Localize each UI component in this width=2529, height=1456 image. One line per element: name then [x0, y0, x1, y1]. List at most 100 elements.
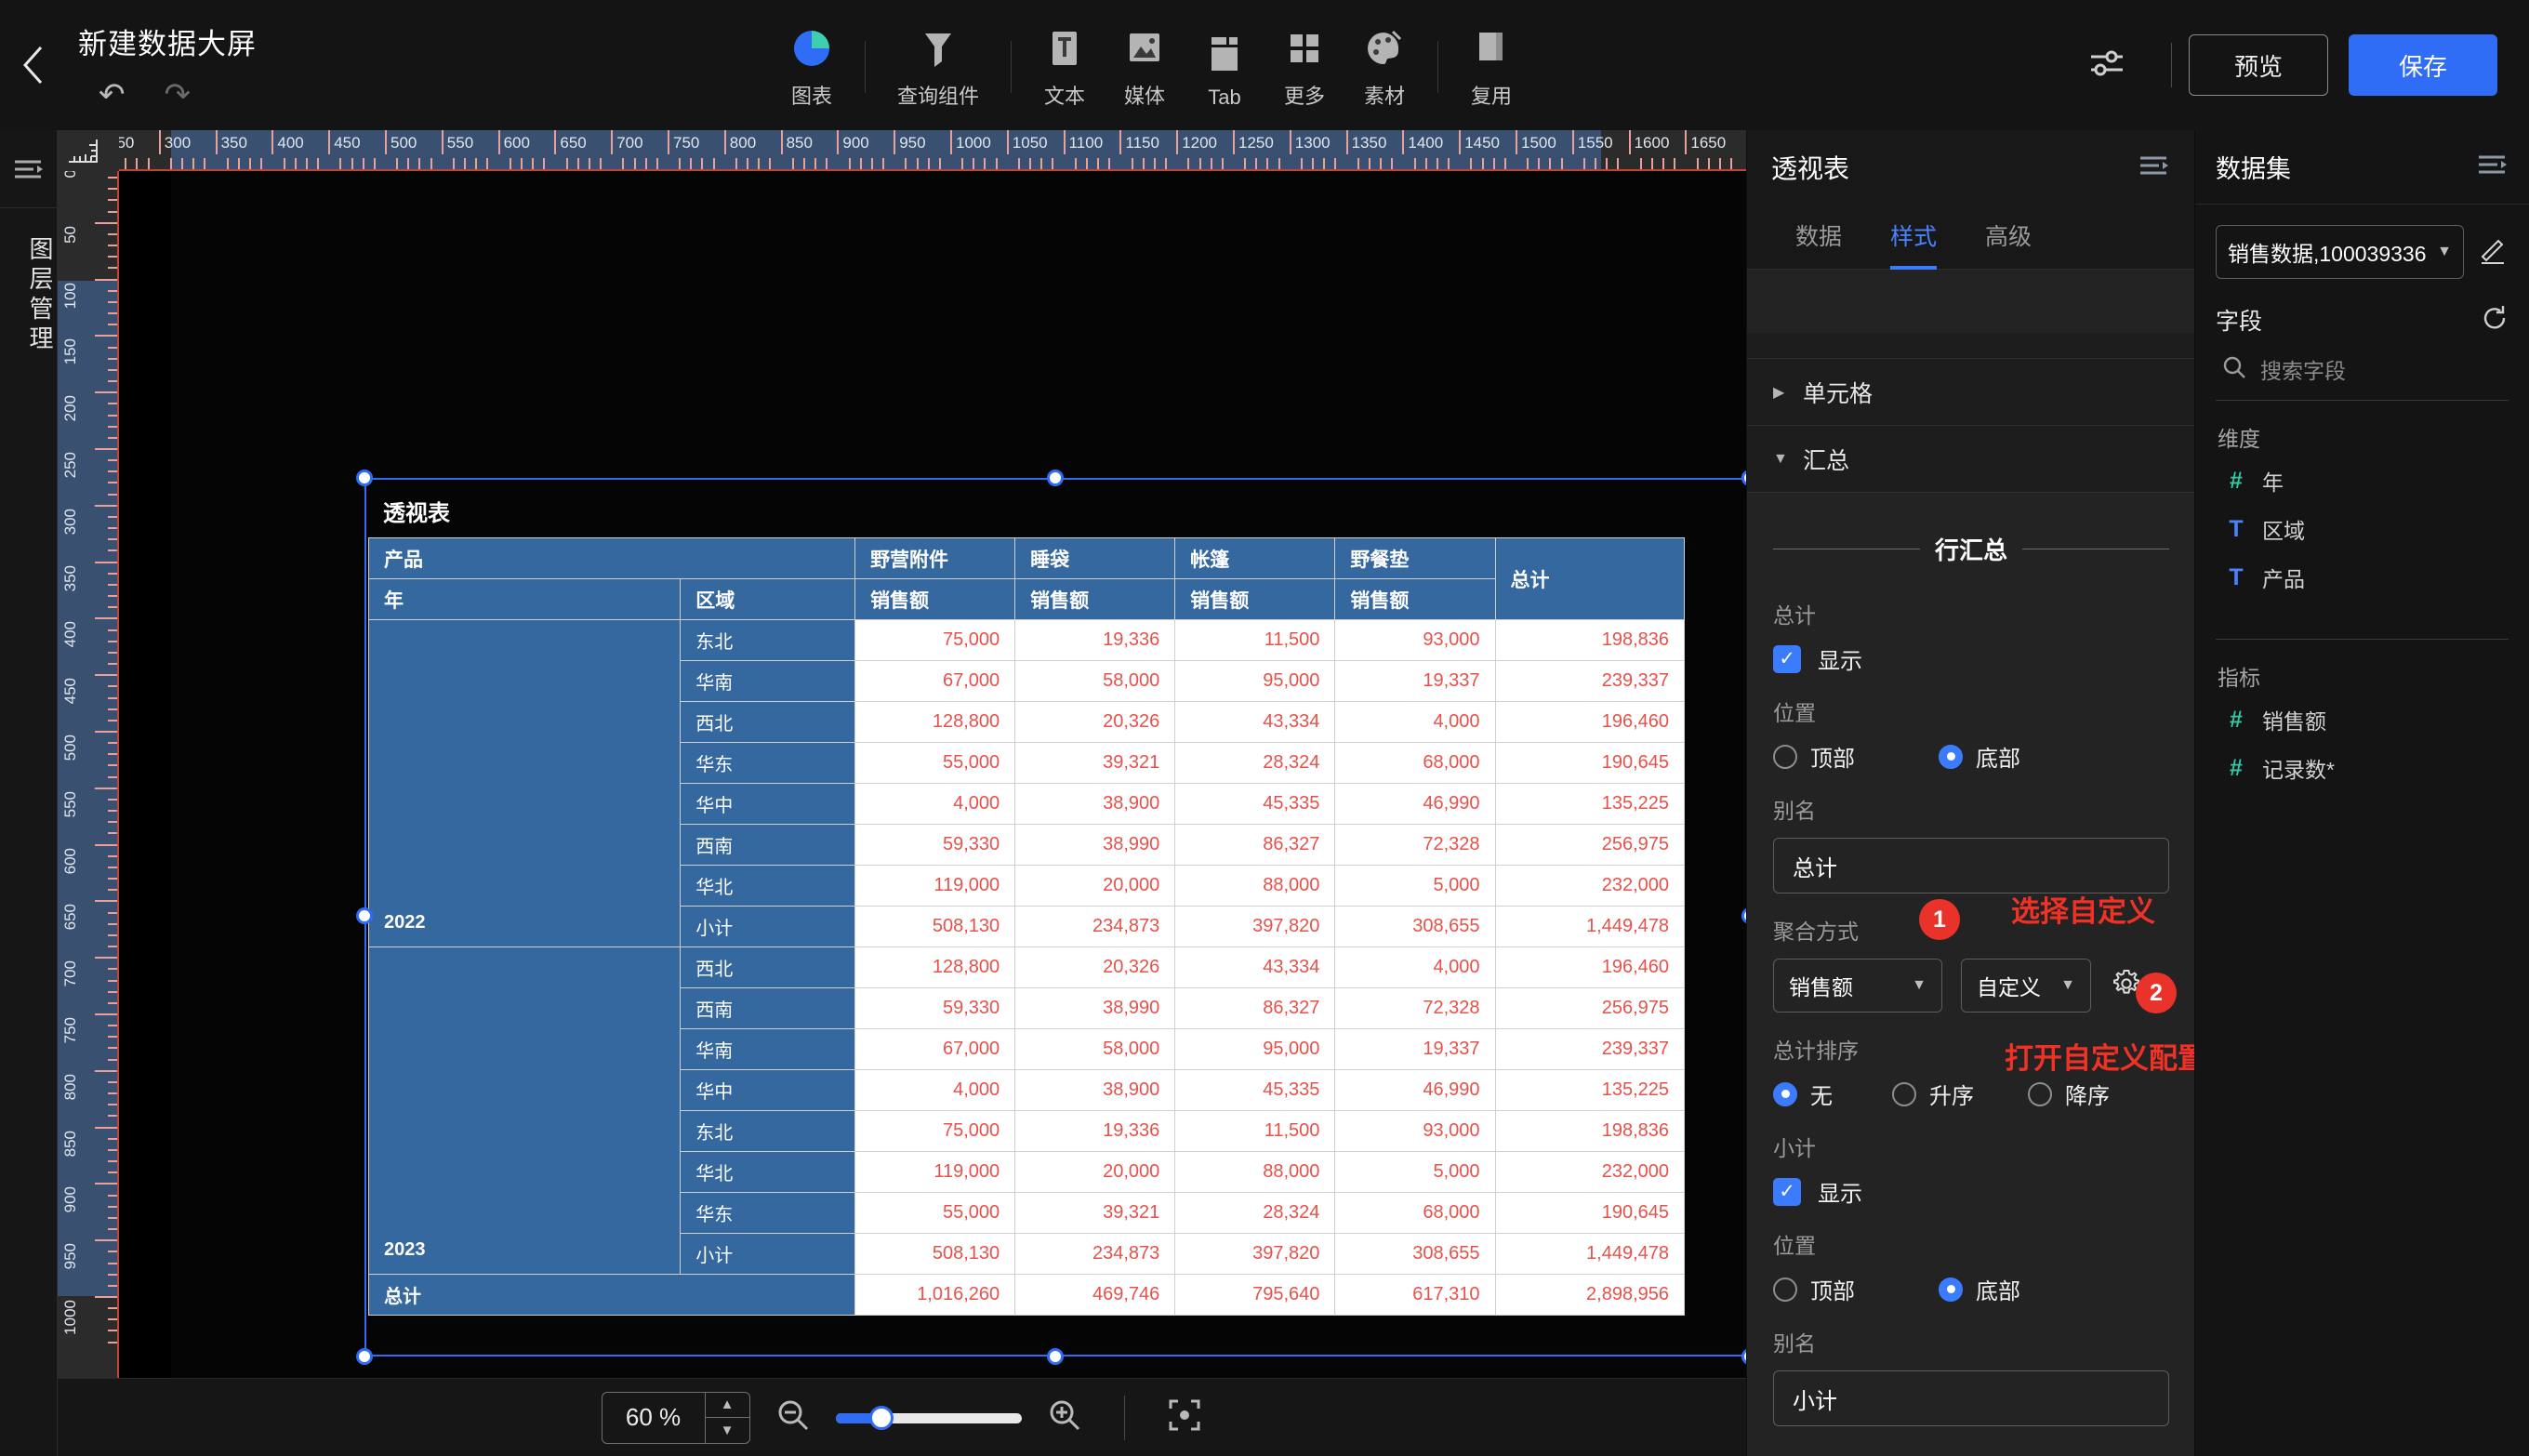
- design-board[interactable]: 透视表 产品 野营附件 睡袋 帐篷 野餐垫 总计 年 区域 销售额 销售额 销售…: [119, 171, 1746, 1456]
- ruler-tick: [95, 1126, 117, 1129]
- ruler-tick-minor: [407, 158, 410, 169]
- tool-chart[interactable]: 图表: [772, 25, 852, 130]
- cell-row-total: 198,836: [1494, 1110, 1685, 1152]
- resize-handle-middle-left[interactable]: [356, 907, 373, 924]
- sort-option-asc[interactable]: 升序: [1892, 1078, 2028, 1110]
- table-row-grand-total[interactable]: 总计 1,016,260 469,746 795,640 617,310 2,898,95…: [367, 1274, 1685, 1316]
- ruler-horizontal[interactable]: 250 300 350 400 450 500 550 600 650 700 750 800 850 9…: [119, 130, 1746, 171]
- save-button[interactable]: 保存: [2349, 34, 2497, 96]
- tool-media[interactable]: 媒体: [1105, 25, 1185, 130]
- tool-more[interactable]: 更多: [1264, 25, 1344, 130]
- tab-style[interactable]: 样式: [1866, 205, 1961, 270]
- tab-advanced[interactable]: 高级: [1961, 205, 2056, 270]
- search-field-row[interactable]: 搜索字段: [2216, 353, 2509, 401]
- zoombar-divider: [1123, 1395, 1125, 1440]
- ruler-vertical[interactable]: 0 50 100 150 200 250 300 350 400 450 500 550 600 650 7…: [58, 171, 119, 1456]
- fit-to-screen-icon[interactable]: [1166, 1396, 1203, 1438]
- pencil-icon[interactable]: [2477, 234, 2509, 271]
- ruler-tick: [95, 787, 117, 789]
- search-input[interactable]: 搜索字段: [2260, 353, 2346, 385]
- annotation-text-1: 选择自定义: [2011, 895, 2155, 928]
- zoom-stepper[interactable]: 60 % ▲ ▼: [601, 1391, 750, 1444]
- zoom-slider-knob[interactable]: [868, 1405, 894, 1430]
- sidebar-item-layer-manager[interactable]: 图层管理: [0, 236, 58, 355]
- ruler-tick: [1402, 130, 1405, 154]
- ruler-tick-minor: [1323, 158, 1326, 169]
- panel-toggle-icon[interactable]: [2477, 152, 2509, 181]
- tool-text[interactable]: 文本: [1025, 25, 1105, 130]
- header-group-2: 帐篷: [1174, 537, 1336, 579]
- zoom-out-icon[interactable]: [775, 1396, 812, 1438]
- dimension-field-1[interactable]: T 区域: [2216, 505, 2509, 553]
- sliders-icon[interactable]: [2059, 42, 2154, 89]
- table-row[interactable]: 2023 西北 128,800 20,326 43,334 4,000 196,460: [367, 946, 1685, 1275]
- panel-toggle-icon[interactable]: [0, 130, 57, 208]
- ruler-tick-label: 350: [61, 564, 79, 591]
- tool-reuse[interactable]: 复用: [1451, 25, 1531, 130]
- subtotal-position-top[interactable]: 顶部: [1773, 1273, 1939, 1305]
- ruler-tick-minor: [108, 403, 117, 405]
- tool-material[interactable]: 素材: [1344, 25, 1424, 130]
- zoom-step-down[interactable]: ▼: [706, 1418, 749, 1443]
- zoom-value[interactable]: 60 %: [602, 1403, 705, 1432]
- ruler-tick: [95, 221, 117, 224]
- resize-handle-bottom-left[interactable]: [356, 1348, 373, 1365]
- zoom-step-up[interactable]: ▲: [705, 1393, 749, 1418]
- pivot-table[interactable]: 产品 野营附件 睡袋 帐篷 野餐垫 总计 年 区域 销售额 销售额 销售额 销售…: [367, 537, 1685, 1316]
- dataset-select[interactable]: 销售数据,100039336 ▼: [2216, 225, 2464, 279]
- undo-button[interactable]: ↶: [99, 79, 126, 111]
- tab-data[interactable]: 数据: [1771, 205, 1866, 270]
- zoom-slider[interactable]: [835, 1405, 1022, 1430]
- subtotal-position-bottom[interactable]: 底部: [1939, 1273, 2020, 1305]
- dimension-field-2[interactable]: T 产品: [2216, 553, 2509, 602]
- tool-tab[interactable]: Tab: [1185, 31, 1264, 130]
- design-surface[interactable]: 透视表 产品 野营附件 睡袋 帐篷 野餐垫 总计 年 区域 销售额 销售额 销售…: [171, 171, 1746, 1456]
- resize-handle-top-center[interactable]: [1047, 470, 1064, 486]
- resize-handle-top-left[interactable]: [356, 470, 373, 486]
- properties-panel: 透视表 数据 样式 高级 ▶ 单元格 ▼ 汇总 行汇总 总计 ✓ 显示 位置 顶…: [1746, 130, 2206, 1456]
- grand-total-position-top[interactable]: 顶部: [1773, 740, 1939, 773]
- grand-total-alias-input[interactable]: 总计: [1773, 838, 2169, 893]
- back-button[interactable]: [0, 0, 65, 130]
- dimension-field-0[interactable]: # 年: [2216, 457, 2509, 505]
- page-title[interactable]: 新建数据大屏: [78, 20, 772, 62]
- ruler-tick-minor: [108, 188, 117, 191]
- resize-handle-bottom-center[interactable]: [1047, 1348, 1064, 1365]
- tool-query-widget[interactable]: 查询组件: [879, 25, 998, 130]
- ruler-tick-minor: [1312, 158, 1315, 169]
- subtotal-alias-input[interactable]: 小计: [1773, 1370, 2169, 1426]
- subtotal-show-checkbox[interactable]: ✓: [1773, 1177, 1801, 1206]
- ruler-tick-minor: [961, 158, 964, 169]
- ruler-tick: [95, 674, 117, 677]
- zoom-in-icon[interactable]: [1046, 1396, 1083, 1438]
- panel-toggle-icon[interactable]: [2138, 153, 2170, 182]
- grand-total-show-checkbox[interactable]: ✓: [1773, 644, 1801, 673]
- row-region-label: 西南: [680, 987, 856, 1029]
- grand-total-position-bottom[interactable]: 底部: [1939, 740, 2020, 773]
- measure-field-0[interactable]: # 销售额: [2216, 695, 2509, 744]
- grand-total-agg-field-select[interactable]: 销售额 ▼: [1773, 959, 1942, 1013]
- summary-settings: 行汇总 总计 ✓ 显示 位置 顶部 底部 别名 总计 聚合方式 销售额 ▼ 自定…: [1747, 532, 2194, 1456]
- ruler-tick-label: 1000: [956, 134, 991, 152]
- ruler-tick-minor: [108, 1092, 117, 1095]
- refresh-icon[interactable]: [2481, 304, 2509, 337]
- subtotal-show-row[interactable]: ✓ 显示: [1773, 1175, 2169, 1208]
- table-row[interactable]: 2022 东北 75,000 19,336 11,500 93,000 198,836: [367, 619, 1685, 947]
- undo-redo-group: ↶ ↷: [78, 79, 772, 111]
- sort-option-desc[interactable]: 降序: [2028, 1078, 2110, 1110]
- grand-total-agg-mode-select[interactable]: 自定义 ▼: [1961, 959, 2091, 1013]
- ruler-tick-label: 850: [61, 1130, 79, 1157]
- measure-field-1[interactable]: # 记录数*: [2216, 744, 2509, 792]
- header-group-0: 野营附件: [854, 537, 1016, 579]
- accordion-partial-above: [1747, 333, 2194, 359]
- field-name: 产品: [2262, 567, 2305, 591]
- redo-button[interactable]: ↷: [165, 79, 192, 111]
- sort-option-none[interactable]: 无: [1773, 1078, 1892, 1110]
- ruler-tick-minor: [108, 832, 117, 835]
- selected-widget-frame[interactable]: 透视表 产品 野营附件 睡袋 帐篷 野餐垫 总计 年 区域 销售额 销售额 销售…: [356, 470, 1746, 1365]
- preview-button[interactable]: 预览: [2189, 34, 2328, 96]
- ruler-tick-label: 1500: [1521, 134, 1556, 152]
- grand-total-show-row[interactable]: ✓ 显示: [1773, 642, 2169, 675]
- accordion-summary[interactable]: ▼ 汇总: [1747, 426, 2194, 493]
- accordion-cell[interactable]: ▶ 单元格: [1747, 359, 2194, 426]
